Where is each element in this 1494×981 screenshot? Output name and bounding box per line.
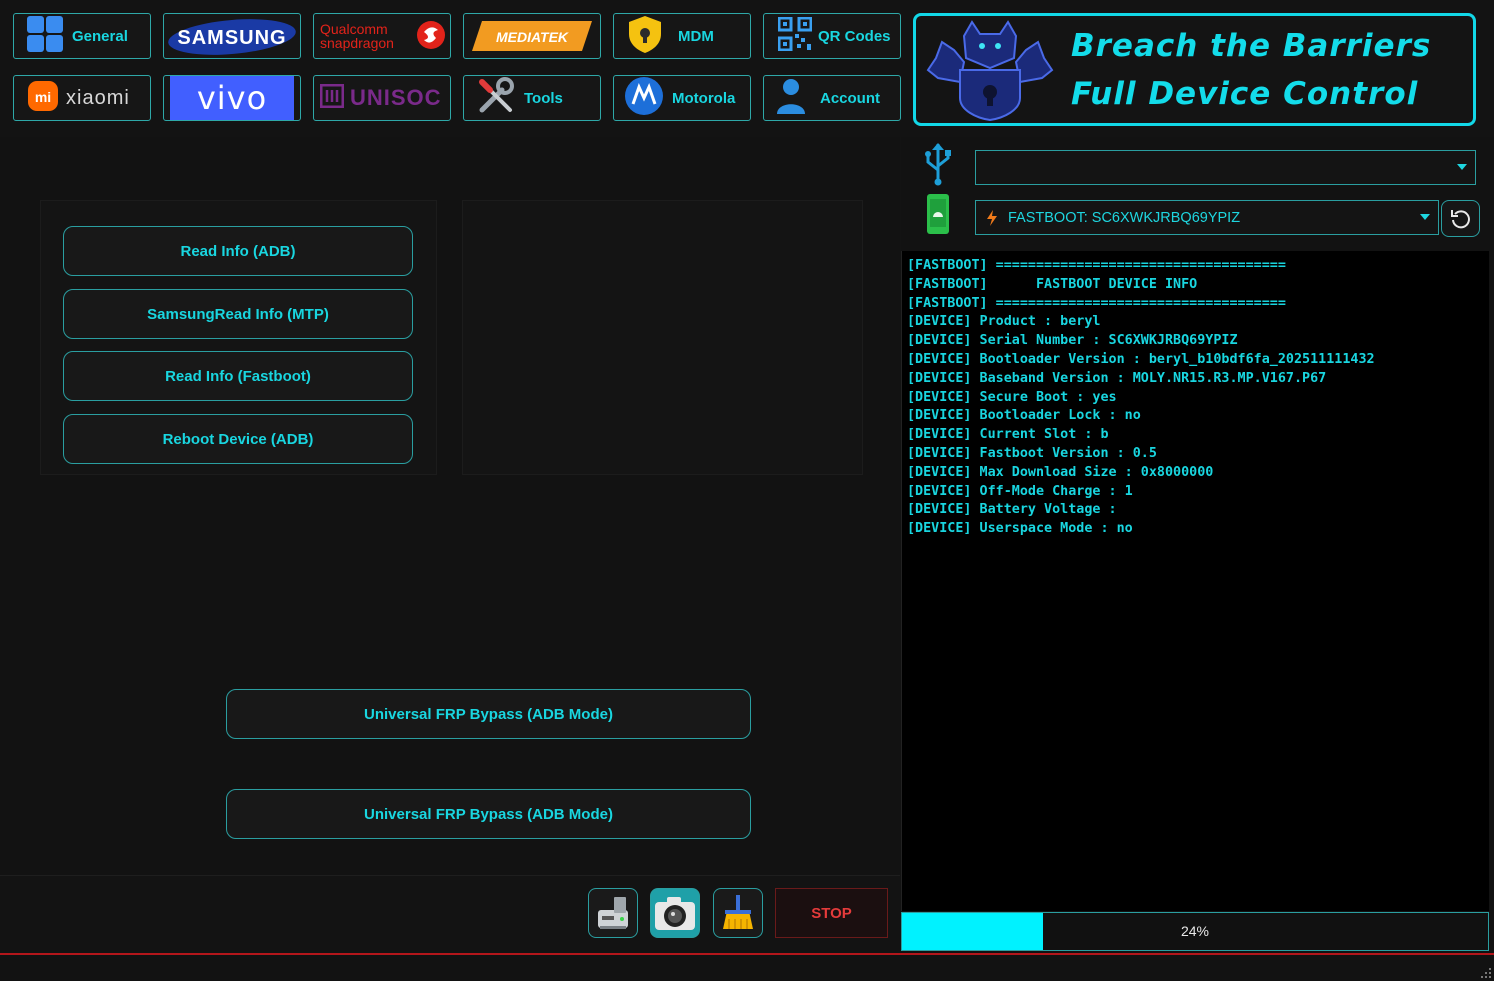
tab-label: Motorola (672, 89, 736, 107)
mediatek-logo: MEDIATEK (472, 21, 592, 51)
tab-label: MDM (678, 27, 714, 45)
svg-text:mi: mi (35, 89, 51, 105)
log-console[interactable]: [FASTBOOT] =============================… (901, 251, 1489, 911)
console-line: [DEVICE] Product : beryl (907, 314, 1101, 330)
tab-label: Tools (524, 89, 563, 107)
tab-label: General (72, 27, 128, 45)
progress-bar: 24% (901, 912, 1489, 951)
shield-lock-icon (626, 14, 664, 58)
console-line: [DEVICE] Userspace Mode : no (907, 521, 1133, 537)
tab-label: Account (820, 89, 880, 107)
tab-label: UNISOC (350, 85, 442, 110)
console-line: [DEVICE] Secure Boot : yes (907, 389, 1117, 405)
samsung-logo: SAMSUNG (168, 19, 296, 55)
refresh-button[interactable] (1441, 200, 1480, 237)
cerberus-lock-logo (926, 20, 1054, 122)
progress-label: 24% (1180, 923, 1210, 939)
clear-log-button[interactable] (713, 888, 763, 938)
tab-mediatek[interactable]: MEDIATEK (463, 13, 601, 59)
tab-motorola[interactable]: Motorola (613, 75, 751, 121)
tab-unisoc[interactable]: UNISOC (313, 75, 451, 121)
tab-qr-codes[interactable]: QR Codes (763, 13, 901, 59)
console-line: [FASTBOOT] FASTBOOT DEVICE INFO (907, 276, 1198, 292)
device-manager-icon (598, 897, 628, 929)
universal-frp-bypass-button-2[interactable]: Universal FRP Bypass (ADB Mode) (226, 789, 751, 839)
bottom-toolbar (0, 875, 900, 951)
console-line: [FASTBOOT] =============================… (907, 295, 1286, 311)
snapdragon-logo: Qualcomm snapdragon (318, 16, 448, 56)
port-select[interactable] (975, 150, 1476, 185)
tab-label: QR Codes (818, 27, 891, 45)
empty-group (462, 200, 863, 475)
console-line: [DEVICE] Bootloader Version : beryl_b10b… (907, 351, 1375, 367)
tab-label: xiaomi (66, 86, 130, 109)
device-manager-button[interactable] (588, 888, 638, 938)
banner-line-2: Full Device Control (1071, 76, 1419, 112)
tab-account[interactable]: Account (763, 75, 901, 121)
console-line: [DEVICE] Off-Mode Charge : 1 (907, 483, 1133, 499)
app-window: General SAMSUNG Qualcomm snapdragon MEDI… (0, 0, 1494, 981)
camera-icon (655, 897, 695, 930)
read-info-fastboot-button[interactable]: Read Info (Fastboot) (63, 351, 413, 401)
console-line: [DEVICE] Max Download Size : 0x8000000 (907, 464, 1214, 480)
console-line: [DEVICE] Current Slot : b (907, 427, 1109, 443)
chevron-down-icon (1457, 164, 1467, 170)
motorola-logo (624, 76, 664, 120)
tab-general[interactable]: General (13, 13, 151, 59)
console-line: [DEVICE] Serial Number : SC6XWKJRBQ69YPI… (907, 333, 1238, 349)
device-select[interactable]: FASTBOOT: SC6XWKJRBQ69YPIZ (975, 200, 1439, 235)
svg-text:SAMSUNG: SAMSUNG (177, 27, 286, 49)
resize-grip-icon (1481, 968, 1491, 978)
tab-xiaomi[interactable]: mi xiaomi (13, 75, 151, 121)
lightning-icon (987, 209, 997, 226)
tab-vivo[interactable]: vivo (163, 75, 301, 121)
usb-icon (925, 143, 951, 186)
grid-icon (26, 15, 64, 57)
universal-frp-bypass-button-1[interactable]: Universal FRP Bypass (ADB Mode) (226, 689, 751, 739)
reboot-device-adb-button[interactable]: Reboot Device (ADB) (63, 414, 413, 464)
tab-label: vivo (196, 79, 268, 117)
user-icon (776, 77, 806, 119)
unisoc-logo (319, 83, 345, 112)
qr-code-icon (777, 16, 813, 55)
tab-mdm[interactable]: MDM (613, 13, 751, 59)
tab-qualcomm[interactable]: Qualcomm snapdragon (313, 13, 451, 59)
chevron-down-icon (1420, 214, 1430, 220)
console-line: [DEVICE] Bootloader Lock : no (907, 408, 1141, 424)
console-line: [FASTBOOT] =============================… (907, 258, 1286, 273)
wrench-screwdriver-icon (476, 76, 516, 120)
mi-logo: mi (28, 81, 58, 115)
tab-tools[interactable]: Tools (463, 75, 601, 121)
screenshot-button[interactable] (650, 888, 700, 938)
vivo-logo: vivo (170, 76, 294, 120)
tab-samsung[interactable]: SAMSUNG (163, 13, 301, 59)
broom-icon (723, 895, 753, 929)
brand-banner: Breach the Barriers Full Device Control (913, 13, 1476, 126)
console-line: [DEVICE] Battery Voltage : (907, 502, 1117, 518)
device-select-value: FASTBOOT: SC6XWKJRBQ69YPIZ (1008, 209, 1241, 226)
read-info-adb-button[interactable]: Read Info (ADB) (63, 226, 413, 276)
status-bar (0, 955, 1494, 981)
refresh-icon (1450, 209, 1470, 228)
console-line: [DEVICE] Baseband Version : MOLY.NR15.R3… (907, 370, 1327, 386)
tab-label: Qualcomm snapdragon (320, 21, 394, 51)
stop-button[interactable]: STOP (775, 888, 888, 938)
android-phone-icon (927, 194, 949, 234)
svg-text:MEDIATEK: MEDIATEK (496, 29, 569, 45)
console-line: [DEVICE] Fastboot Version : 0.5 (907, 445, 1157, 461)
banner-line-1: Breach the Barriers (1071, 28, 1432, 64)
samsung-read-info-mtp-button[interactable]: SamsungRead Info (MTP) (63, 289, 413, 339)
